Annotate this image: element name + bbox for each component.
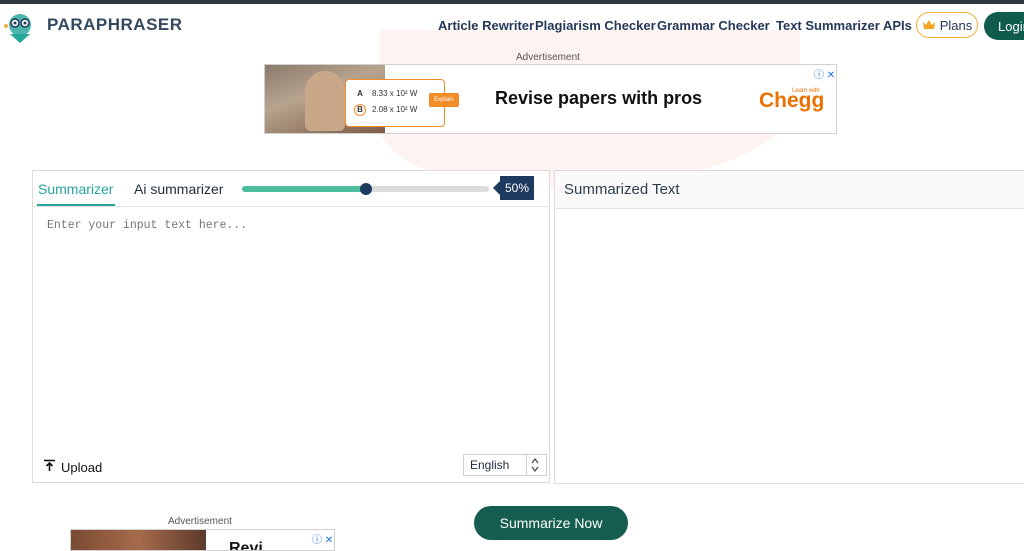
ad-close-icon[interactable]: ✕ (325, 535, 333, 546)
ad-bottom-controls: ⓘ ✕ (312, 531, 333, 546)
logo-icon[interactable] (2, 10, 38, 44)
ad-person-image (305, 71, 345, 131)
output-title: Summarized Text (564, 181, 680, 198)
tab-ai-summarizer[interactable]: Ai summarizer (134, 181, 223, 197)
ad-close-icon[interactable]: ✕ (827, 70, 835, 81)
ad-info-icon[interactable]: ⓘ (814, 70, 824, 81)
ad-value-b: 2.08 x 10² W (372, 105, 418, 114)
language-select[interactable]: English (463, 454, 547, 476)
ad-row-b: B 2.08 x 10² W (354, 104, 417, 116)
ad-letter-b: B (354, 104, 366, 116)
ad-banner-bottom[interactable]: Revi ⓘ ✕ (70, 529, 335, 551)
length-percent-badge: 50% (493, 176, 534, 200)
ad-explain-button: Explain (429, 93, 459, 107)
input-panel: Summarizer Ai summarizer 50% Upload Engl… (32, 170, 550, 483)
nav-article-rewriter[interactable]: Article Rewriter (438, 18, 534, 33)
ad-row-a: A 8.33 x 10² W (354, 88, 417, 100)
login-label: Login (998, 18, 1024, 34)
site-header: PARAPHRASER Article Rewriter Plagiarism … (0, 4, 1024, 48)
ad-label-top: Advertisement (516, 52, 580, 63)
ad-brand-logo: Chegg (759, 89, 825, 112)
nav-text-summarizer[interactable]: Text Summarizer (776, 18, 880, 33)
output-panel: Summarized Text (554, 170, 1024, 484)
plans-label: Plans (939, 17, 973, 33)
nav-plagiarism-checker[interactable]: Plagiarism Checker (535, 18, 656, 33)
language-value: English (470, 458, 510, 472)
upload-button[interactable]: Upload (43, 459, 102, 475)
text-input[interactable] (47, 219, 537, 439)
summary-length-slider[interactable] (242, 183, 489, 195)
ad-label-bottom: Advertisement (168, 516, 232, 527)
ad-info-icon[interactable]: ⓘ (312, 535, 322, 546)
ad-banner-top[interactable]: A 8.33 x 10² W B 2.08 x 10² W Explain Revi… (264, 64, 837, 134)
upload-label: Upload (61, 459, 103, 475)
nav-grammar-checker[interactable]: Grammar Checker (657, 18, 770, 33)
nav-apis[interactable]: APIs (883, 18, 912, 33)
ad-bottom-photo (71, 530, 206, 550)
active-tab-indicator (37, 204, 115, 206)
select-divider (526, 455, 527, 475)
login-button[interactable]: Login (984, 12, 1024, 40)
ad-headline: Revise papers with pros (495, 88, 703, 108)
ad-letter-a: A (357, 89, 363, 98)
crown-icon (922, 18, 936, 33)
ad-value-a: 8.33 x 10² W (372, 89, 418, 98)
slider-fill (242, 186, 366, 192)
ad-bottom-headline: Revi (229, 540, 263, 551)
output-header: Summarized Text (555, 171, 1024, 209)
tab-summarizer[interactable]: Summarizer (38, 181, 113, 197)
slider-handle[interactable] (359, 183, 372, 195)
summarize-now-button[interactable]: Summarize Now (474, 506, 628, 540)
mode-tabs: Summarizer Ai summarizer 50% (33, 171, 549, 207)
ad-controls: ⓘ ✕ (814, 66, 835, 81)
sort-arrows-icon (530, 457, 540, 476)
upload-icon (43, 459, 56, 475)
brand-name[interactable]: PARAPHRASER (47, 15, 183, 35)
plans-button[interactable]: Plans (916, 12, 978, 38)
